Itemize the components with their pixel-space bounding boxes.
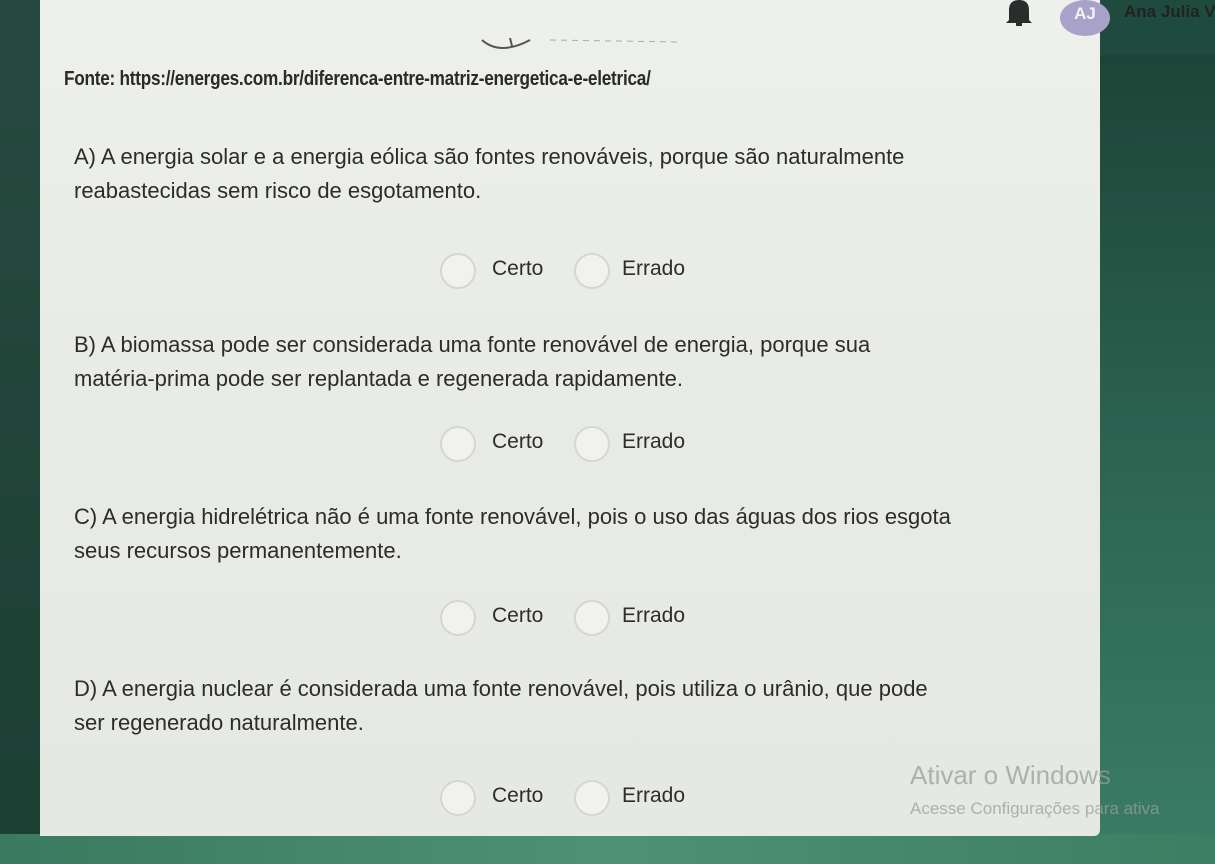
options-a: Certo Errado: [440, 253, 740, 293]
radio-certo[interactable]: [440, 600, 476, 636]
radio-certo[interactable]: [440, 426, 476, 462]
options-d: Certo Errado: [440, 780, 740, 820]
question-text: reabastecidas sem risco de esgotamento.: [74, 178, 482, 203]
question-text: D) A energia nuclear é considerada uma f…: [74, 676, 928, 701]
option-label-certo[interactable]: Certo: [492, 604, 543, 628]
radio-errado[interactable]: [574, 253, 610, 289]
taskbar-edge: [0, 834, 1215, 864]
options-b: Certo Errado: [440, 426, 740, 466]
option-label-certo[interactable]: Certo: [492, 784, 543, 808]
question-c: C) A energia hidrelétrica não é uma font…: [74, 500, 1074, 568]
radio-errado[interactable]: [574, 600, 610, 636]
radio-certo[interactable]: [440, 780, 476, 816]
option-label-certo[interactable]: Certo: [492, 430, 543, 454]
question-text: matéria-prima pode ser replantada e rege…: [74, 366, 684, 391]
option-label-errado[interactable]: Errado: [622, 604, 685, 628]
avatar[interactable]: AJ: [1060, 0, 1110, 36]
question-text: ser regenerado naturalmente.: [74, 710, 364, 735]
question-text: C) A energia hidrelétrica não é uma font…: [74, 504, 951, 529]
question-text: B) A biomassa pode ser considerada uma f…: [74, 332, 871, 357]
radio-errado[interactable]: [574, 780, 610, 816]
radio-certo[interactable]: [440, 253, 476, 289]
user-name[interactable]: Ana Julia V: [1124, 2, 1215, 22]
option-label-certo[interactable]: Certo: [492, 257, 543, 281]
source-citation: Fonte: https://energes.com.br/diferenca-…: [64, 68, 651, 90]
radio-errado[interactable]: [574, 426, 610, 462]
option-label-errado[interactable]: Errado: [622, 784, 685, 808]
pencil-mark: [481, 37, 681, 49]
windows-activation-watermark: Ativar o Windows Acesse Configurações pa…: [910, 760, 1159, 822]
question-d: D) A energia nuclear é considerada uma f…: [74, 672, 1074, 740]
bell-icon[interactable]: [1004, 0, 1034, 26]
watermark-subtitle: Acesse Configurações para ativa: [910, 799, 1160, 818]
option-label-errado[interactable]: Errado: [622, 430, 685, 454]
options-c: Certo Errado: [440, 600, 740, 640]
background-left: [0, 0, 40, 864]
question-text: seus recursos permanentemente.: [74, 538, 402, 563]
watermark-title: Ativar o Windows: [910, 760, 1111, 790]
option-label-errado[interactable]: Errado: [622, 257, 685, 281]
avatar-initials: AJ: [1074, 4, 1096, 23]
background-right: [1095, 55, 1215, 864]
question-text: A) A energia solar e a energia eólica sã…: [74, 144, 905, 169]
question-a: A) A energia solar e a energia eólica sã…: [74, 140, 1074, 208]
question-b: B) A biomassa pode ser considerada uma f…: [74, 328, 1074, 396]
